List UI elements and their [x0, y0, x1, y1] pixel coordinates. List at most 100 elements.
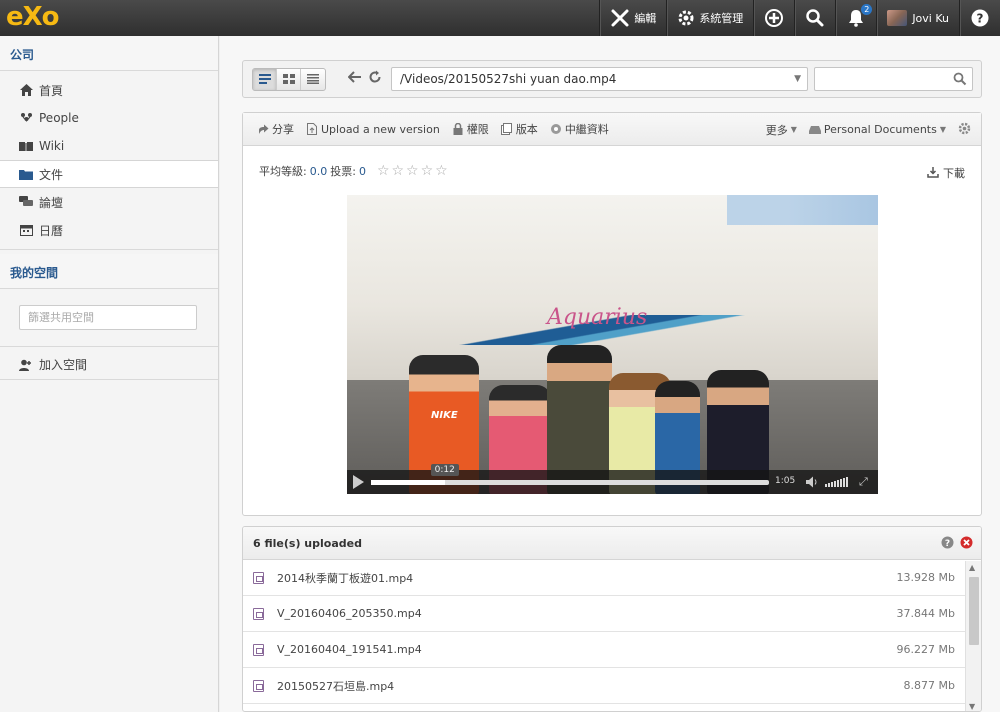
grid-view-button[interactable]	[277, 69, 301, 90]
versions-button[interactable]: 版本	[501, 121, 538, 137]
sidebar-item-label: People	[39, 111, 79, 125]
sidebar-item-people[interactable]: People	[0, 104, 218, 132]
permissions-label: 權限	[466, 123, 489, 136]
sidebar-item-home[interactable]: 首頁	[0, 76, 218, 104]
scroll-up-icon[interactable]: ▲	[969, 563, 975, 572]
document-preview-panel: 分享 Upload a new version 權限 版本 中繼資料 更多 ▼ …	[242, 112, 982, 516]
search-button[interactable]	[794, 0, 835, 36]
lock-icon	[452, 123, 464, 135]
book-icon	[19, 139, 33, 153]
space-filter-input[interactable]: 篩選共用空間	[19, 305, 197, 330]
play-icon[interactable]	[353, 475, 364, 489]
sidebar-item-label: 論壇	[39, 195, 64, 210]
video-file-icon	[253, 643, 264, 656]
edit-label: 編輯	[634, 12, 657, 25]
video-frame-shirt-text: NIKE	[431, 410, 458, 421]
upload-header: 6 file(s) uploaded ?	[243, 527, 981, 560]
settings-button[interactable]	[958, 122, 971, 138]
exo-logo[interactable]: eXo	[6, 2, 60, 32]
video-duration: 1:05	[775, 476, 796, 486]
refresh-button[interactable]	[367, 70, 383, 88]
company-section-title[interactable]: 公司	[0, 36, 218, 71]
scroll-down-icon[interactable]: ▼	[969, 702, 975, 711]
versions-label: 版本	[515, 123, 538, 136]
sidebar-item-wiki[interactable]: Wiki	[0, 132, 218, 160]
metadata-button[interactable]: 中繼資料	[550, 121, 609, 137]
video-progress-bar[interactable]: 0:12	[371, 464, 769, 485]
edit-button[interactable]: 編輯	[599, 0, 666, 36]
star-rating-input[interactable]: ☆☆☆☆☆	[377, 163, 450, 179]
sidebar-item-label: Wiki	[39, 139, 65, 153]
help-button[interactable]: ?	[959, 0, 1000, 36]
create-button[interactable]	[753, 0, 794, 36]
more-dropdown[interactable]: 更多 ▼	[766, 122, 797, 138]
video-file-icon	[253, 607, 264, 620]
metadata-icon	[550, 123, 562, 135]
administration-button[interactable]: 系統管理	[666, 0, 753, 36]
document-action-bar: 分享 Upload a new version 權限 版本 中繼資料 更多 ▼ …	[243, 113, 981, 146]
path-value: /Videos/20150527shi yuan dao.mp4	[400, 72, 617, 86]
sidebar-item-forum[interactable]: 論壇	[0, 188, 218, 216]
uploaded-file-row[interactable]: 20150527石垣島.mp4 8.877 Mb	[243, 668, 965, 704]
download-icon	[927, 166, 939, 181]
top-navigation-bar: eXo 編輯 系統管理 2 Jovi Ku ?	[0, 0, 1000, 36]
download-button[interactable]: 下載	[927, 165, 965, 181]
upload-new-version-button[interactable]: Upload a new version	[306, 123, 440, 136]
list-view-button[interactable]	[253, 69, 277, 90]
calendar-icon	[19, 223, 33, 237]
back-button[interactable]	[347, 70, 363, 88]
notification-badge: 2	[861, 4, 873, 15]
average-rating-value: 0.0	[309, 164, 328, 178]
sidebar-item-label: 首頁	[39, 83, 64, 98]
video-player[interactable]: Aquarius NIKE 0:12 1:05 ⤢	[347, 195, 878, 494]
video-frame-sky	[727, 195, 878, 225]
uploaded-file-row[interactable]: 2014秋季蘭丁板遊01.mp4 13.928 Mb	[243, 560, 965, 596]
search-icon	[805, 8, 825, 28]
sidebar-item-calendar[interactable]: 日曆	[0, 216, 218, 244]
drive-selector[interactable]: Personal Documents ▼	[808, 123, 946, 136]
video-progress-fill	[371, 480, 445, 485]
avatar	[887, 10, 908, 26]
volume-slider[interactable]	[825, 477, 848, 487]
space-filter-wrapper: 篩選共用空間	[0, 289, 218, 347]
join-space-label: 加入空間	[39, 358, 88, 372]
sidebar-item-label: 日曆	[39, 223, 64, 238]
help-icon[interactable]: ?	[941, 536, 954, 552]
upload-status-panel: 6 file(s) uploaded ? 2014秋季蘭丁板遊01.mp4 13…	[242, 526, 982, 712]
address-bar: /Videos/20150527shi yuan dao.mp4 ▼	[242, 60, 982, 98]
permissions-button[interactable]: 權限	[452, 121, 489, 137]
view-mode-switcher	[252, 68, 326, 91]
notifications-button[interactable]: 2	[835, 0, 876, 36]
path-input[interactable]: /Videos/20150527shi yuan dao.mp4 ▼	[391, 67, 808, 91]
file-name: 2014秋季蘭丁板遊01.mp4	[277, 571, 414, 585]
user-menu[interactable]: Jovi Ku	[876, 0, 959, 36]
search-icon[interactable]	[953, 72, 967, 89]
wrench-icon	[610, 8, 630, 28]
votes-label: 投票:	[330, 165, 356, 178]
left-sidebar: 公司 首頁 People Wiki 文件 論壇 日曆 我的空間 篩選共用空間 加…	[0, 36, 219, 712]
share-icon	[257, 123, 269, 135]
join-space-link[interactable]: 加入空間	[0, 350, 218, 380]
upload-list-scrollbar[interactable]: ▲ ▼	[965, 561, 981, 711]
home-icon	[19, 83, 33, 97]
uploaded-file-row[interactable]: V_20160406_205350.mp4 37.844 Mb	[243, 596, 965, 632]
sidebar-item-documents[interactable]: 文件	[0, 160, 218, 188]
download-label: 下載	[943, 167, 965, 180]
my-spaces-title[interactable]: 我的空間	[0, 254, 218, 289]
fullscreen-icon[interactable]: ⤢	[859, 475, 868, 489]
volume-icon[interactable]	[805, 475, 819, 489]
chevron-down-icon[interactable]: ▼	[794, 68, 801, 90]
file-name: V_20160404_191541.mp4	[277, 643, 422, 656]
close-icon[interactable]	[960, 536, 973, 552]
metadata-label: 中繼資料	[564, 123, 609, 136]
file-name: 20150527石垣島.mp4	[277, 679, 395, 693]
video-controls: 0:12 1:05 ⤢	[347, 464, 878, 494]
uploaded-file-row[interactable]: V_20160404_191541.mp4 96.227 Mb	[243, 632, 965, 668]
share-button[interactable]: 分享	[257, 121, 294, 137]
user-name: Jovi Ku	[912, 11, 949, 25]
document-search-input[interactable]	[814, 67, 973, 91]
average-rating-label: 平均等級:	[259, 165, 307, 178]
company-nav-list: 首頁 People Wiki 文件 論壇 日曆	[0, 71, 218, 250]
scrollbar-thumb[interactable]	[969, 577, 979, 645]
detail-view-button[interactable]	[301, 69, 325, 90]
